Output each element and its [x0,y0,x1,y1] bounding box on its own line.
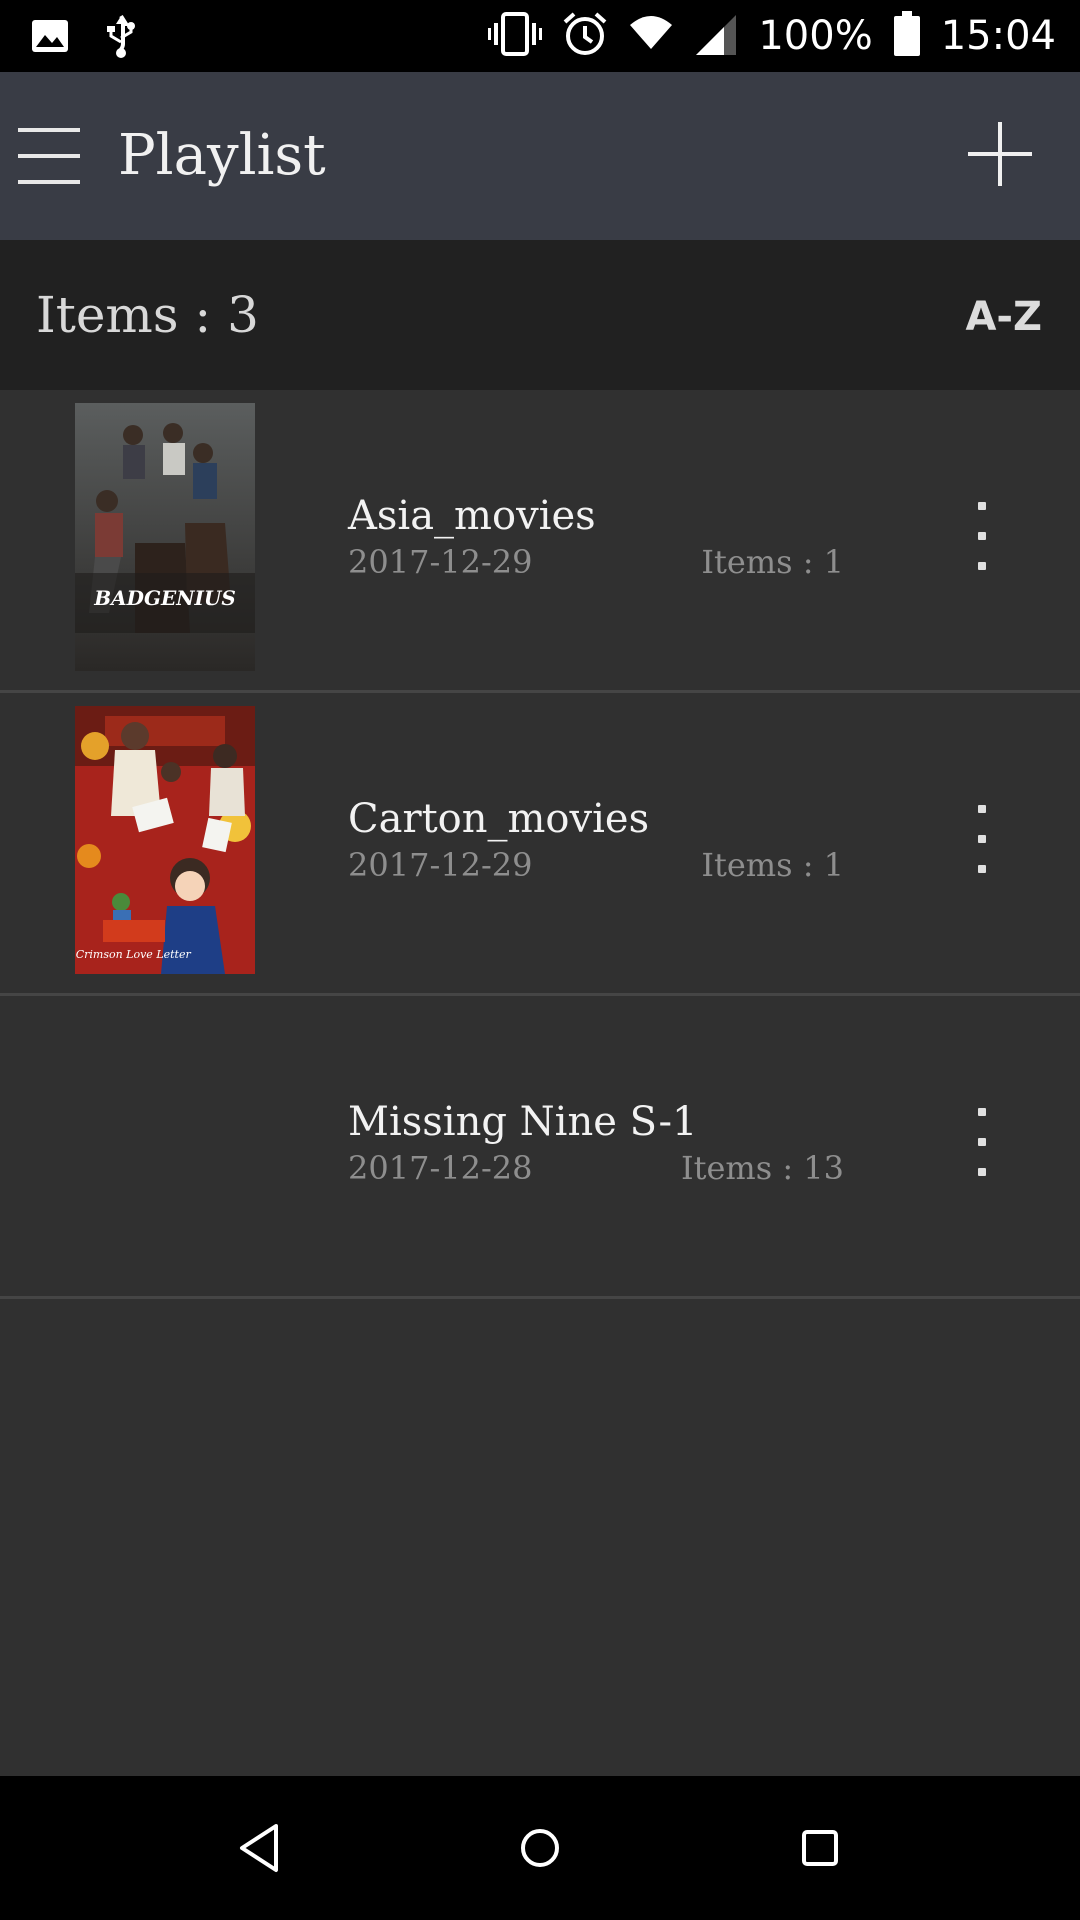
clock: 15:04 [940,13,1056,59]
playlist-row[interactable]: BADGENIUS Asia_movies 2017-12-29 Items :… [0,390,1080,693]
plus-icon[interactable] [966,120,1034,188]
home-icon[interactable] [510,1818,570,1878]
playlist-name: Asia_movies [348,493,596,539]
wifi-icon [628,11,674,61]
recents-icon[interactable] [790,1818,850,1878]
more-options-icon[interactable] [962,805,1002,875]
playlist-date: 2017-12-29 [348,543,533,581]
battery-percent: 100% [758,13,873,59]
playlist-thumbnail: BADGENIUS [75,403,255,671]
navigation-bar [0,1776,1080,1920]
thumbnail-title-text: The Crimson Love Letter [75,948,191,961]
vibrate-icon [488,11,543,61]
alarm-icon [562,11,608,61]
playlist-item-count: Items : 1 [701,846,844,884]
items-count: Items : 3 [36,286,259,344]
playlist-name: Carton_movies [348,796,650,842]
back-icon[interactable] [230,1818,290,1878]
playlist-item-count: Items : 1 [701,543,844,581]
image-icon [30,16,70,60]
sort-button[interactable]: A-Z [965,290,1042,344]
thumbnail-title-text: BADGENIUS [93,586,236,610]
signal-icon [694,11,738,61]
more-options-icon[interactable] [962,1108,1002,1178]
playlist-row[interactable]: Missing Nine S-1 2017-12-28 Items : 13 [0,996,1080,1299]
playlist-item-count: Items : 13 [680,1149,844,1187]
list-header: Items : 3 A-Z [0,240,1080,390]
app-bar: Playlist [0,72,1080,240]
playlist-date: 2017-12-29 [348,846,533,884]
playlist-date: 2017-12-28 [348,1149,533,1187]
battery-icon [893,11,921,61]
playlist-row[interactable]: The Crimson Love Letter Carton_movies 20… [0,693,1080,996]
status-bar: 100% 15:04 [0,0,1080,72]
hamburger-menu-icon[interactable] [18,128,80,184]
page-title: Playlist [118,123,326,188]
more-options-icon[interactable] [962,502,1002,572]
usb-icon [104,14,138,62]
playlist-thumbnail: The Crimson Love Letter [75,706,255,974]
playlist-name: Missing Nine S-1 [348,1099,698,1145]
